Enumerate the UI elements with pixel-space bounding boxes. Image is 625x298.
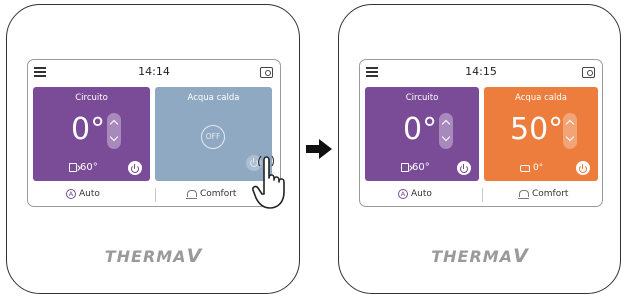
auto-mode-icon: A (66, 189, 76, 199)
off-badge: OFF (201, 125, 225, 149)
circuit-panel[interactable]: Circuito 0° 60° (33, 87, 150, 181)
circuit-temperature-stepper[interactable] (439, 113, 453, 149)
comfort-icon (518, 189, 529, 199)
comfort-mode[interactable]: Comfort (186, 189, 236, 199)
chevron-down-icon[interactable] (565, 132, 575, 142)
circuit-info: 60° (69, 162, 98, 173)
circuit-info: 60° (401, 162, 430, 173)
bottom-bar: A Auto Comfort (360, 184, 602, 206)
circuit-power-button[interactable] (457, 161, 471, 175)
clock: 14:14 (138, 65, 170, 78)
comfort-mode[interactable]: Comfort (518, 189, 568, 199)
hot-water-info-value: 0° (533, 163, 544, 173)
outdoor-temp-icon (69, 163, 77, 172)
hot-water-temperature: 50° (510, 112, 564, 147)
outdoor-temp-icon (401, 163, 409, 172)
divider (482, 188, 483, 202)
auto-mode-label: Auto (79, 189, 100, 199)
tap-icon (520, 164, 530, 172)
circuit-temperature-stepper[interactable] (107, 113, 121, 149)
chevron-up-icon[interactable] (441, 119, 451, 129)
circuit-panel[interactable]: Circuito 0° 60° (365, 87, 479, 181)
comfort-mode-label: Comfort (532, 189, 569, 199)
circuit-title: Circuito (75, 93, 108, 103)
hot-water-title: Acqua calda (515, 93, 567, 103)
bottom-bar: A Auto Comfort (28, 184, 280, 206)
stage: 14:14 Circuito 0° 60° Acqua calda OFF A … (0, 0, 625, 298)
thermostat-device-before: 14:14 Circuito 0° 60° Acqua calda OFF A … (6, 4, 300, 294)
chevron-up-icon[interactable] (565, 119, 575, 129)
circuit-info-value: 60° (412, 162, 430, 173)
arrow-right-icon (306, 139, 332, 159)
search-icon[interactable] (260, 67, 273, 78)
thermostat-screen: 14:14 Circuito 0° 60° Acqua calda OFF A … (27, 59, 281, 207)
auto-mode[interactable]: A Auto (398, 189, 432, 199)
circuit-temperature: 0° (403, 112, 438, 147)
thermostat-device-after: 14:15 Circuito 0° 60° Acqua calda 50° 0°… (338, 4, 621, 294)
comfort-icon (186, 189, 197, 199)
thermostat-screen: 14:15 Circuito 0° 60° Acqua calda 50° 0°… (359, 59, 603, 207)
brand-logo: THERMAV (431, 245, 528, 267)
hot-water-temperature-stepper[interactable] (563, 113, 577, 149)
hot-water-info: 0° (520, 163, 543, 173)
auto-mode-icon: A (398, 189, 408, 199)
hot-water-title: Acqua calda (187, 93, 240, 103)
search-icon[interactable] (582, 67, 595, 78)
clock: 14:15 (465, 65, 497, 78)
circuit-temperature: 0° (71, 112, 106, 147)
auto-mode[interactable]: A Auto (66, 189, 100, 199)
divider (155, 188, 156, 202)
comfort-mode-label: Comfort (200, 189, 237, 199)
pointing-hand-icon (252, 155, 285, 209)
chevron-down-icon[interactable] (109, 132, 119, 142)
top-bar: 14:15 (360, 60, 602, 84)
circuit-title: Circuito (405, 93, 439, 103)
chevron-up-icon[interactable] (109, 119, 119, 129)
hot-water-power-button[interactable] (576, 161, 590, 175)
chevron-down-icon[interactable] (441, 132, 451, 142)
brand-logo: THERMAV (104, 245, 202, 267)
auto-mode-label: Auto (411, 189, 432, 199)
circuit-power-button[interactable] (128, 161, 142, 175)
top-bar: 14:14 (28, 60, 280, 84)
circuit-info-value: 60° (80, 162, 98, 173)
hot-water-panel[interactable]: Acqua calda 50° 0° (484, 87, 598, 181)
